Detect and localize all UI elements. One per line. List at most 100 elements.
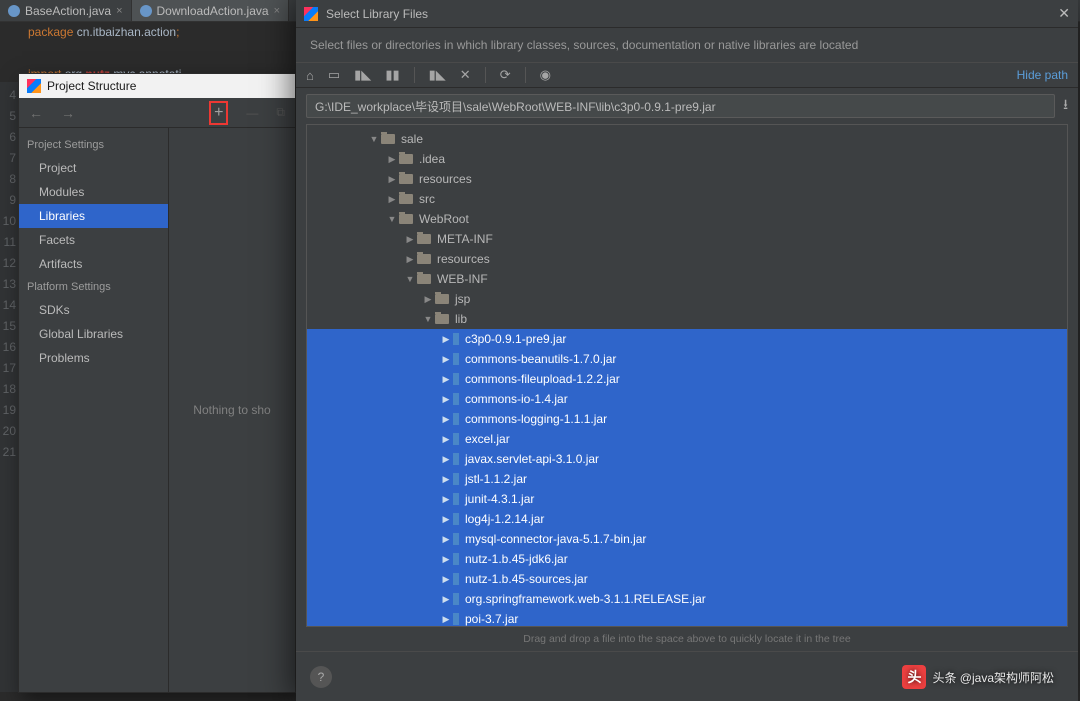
tree-node[interactable]: ▼ lib <box>307 309 1067 329</box>
close-icon[interactable]: × <box>116 5 122 17</box>
chevron-right-icon[interactable]: ▶ <box>439 574 453 585</box>
chevron-right-icon[interactable]: ▶ <box>439 434 453 445</box>
tree-node[interactable]: ▶ resources <box>307 169 1067 189</box>
chevron-right-icon[interactable]: ▶ <box>439 394 453 405</box>
chevron-right-icon[interactable]: ▶ <box>439 334 453 345</box>
tree-label: WebRoot <box>419 212 469 226</box>
sidebar-item-global-libraries[interactable]: Global Libraries <box>19 322 168 346</box>
tree-label: META-INF <box>437 232 493 246</box>
sidebar-item-artifacts[interactable]: Artifacts <box>19 252 168 276</box>
close-icon[interactable]: × <box>274 5 280 17</box>
sidebar-item-libraries[interactable]: Libraries <box>19 204 168 228</box>
tree-node[interactable]: ▶nutz-1.b.45-jdk6.jar <box>307 549 1067 569</box>
tree-label: junit-4.3.1.jar <box>465 492 534 506</box>
tab-baseaction[interactable]: BaseAction.java × <box>0 0 132 21</box>
chevron-down-icon[interactable]: ▼ <box>367 134 381 144</box>
chevron-down-icon[interactable]: ▼ <box>421 314 435 324</box>
tree-node[interactable]: ▶ commons-beanutils-1.7.0.jar <box>307 349 1067 369</box>
tree-node[interactable]: ▶excel.jar <box>307 429 1067 449</box>
tree-node[interactable]: ▶commons-fileupload-1.2.2.jar <box>307 369 1067 389</box>
tree-node[interactable]: ▶ META-INF <box>307 229 1067 249</box>
tree-label: resources <box>419 172 472 186</box>
tree-node[interactable]: ▼ WEB-INF <box>307 269 1067 289</box>
chevron-right-icon[interactable]: ▶ <box>385 174 399 185</box>
settings-group-header: Platform Settings <box>19 276 168 298</box>
tree-node[interactable]: ▼ WebRoot <box>307 209 1067 229</box>
forward-button[interactable]: → <box>61 105 75 121</box>
jar-icon <box>453 333 459 345</box>
sidebar-item-problems[interactable]: Problems <box>19 346 168 370</box>
chevron-right-icon[interactable]: ▶ <box>439 594 453 605</box>
dialog-titlebar[interactable]: Select Library Files ✕ <box>296 0 1078 28</box>
java-class-icon <box>8 5 20 17</box>
chevron-right-icon[interactable]: ▶ <box>403 234 417 245</box>
tree-node[interactable]: ▶commons-io-1.4.jar <box>307 389 1067 409</box>
jar-icon <box>453 353 459 365</box>
refresh-icon[interactable]: ⟳ <box>500 67 511 83</box>
chevron-right-icon[interactable]: ▶ <box>439 474 453 485</box>
chevron-right-icon[interactable]: ▶ <box>439 374 453 385</box>
desktop-icon[interactable]: ▭ <box>328 67 340 83</box>
tree-node[interactable]: ▶poi-3.7.jar <box>307 609 1067 626</box>
help-button[interactable]: ? <box>310 666 332 688</box>
chevron-right-icon[interactable]: ▶ <box>439 414 453 425</box>
delete-icon[interactable]: ✕ <box>460 67 471 83</box>
tree-node[interactable]: ▶resources <box>307 249 1067 269</box>
sidebar-item-facets[interactable]: Facets <box>19 228 168 252</box>
tree-node[interactable]: ▶mysql-connector-java-5.1.7-bin.jar <box>307 529 1067 549</box>
show-hidden-icon[interactable]: ◉ <box>540 67 551 83</box>
tree-node[interactable]: ▶jsp <box>307 289 1067 309</box>
home-icon[interactable]: ⌂ <box>306 68 314 83</box>
tree-node[interactable]: ▶javax.servlet-api-3.1.0.jar <box>307 449 1067 469</box>
chevron-right-icon[interactable]: ▶ <box>439 514 453 525</box>
tree-label: commons-beanutils-1.7.0.jar <box>465 352 616 366</box>
tree-node[interactable]: ▶nutz-1.b.45-sources.jar <box>307 569 1067 589</box>
project-icon[interactable]: ▮◣ <box>354 67 371 83</box>
tree-node[interactable]: ▼sale <box>307 129 1067 149</box>
jar-icon <box>453 433 459 445</box>
chevron-right-icon[interactable]: ▶ <box>385 194 399 205</box>
chevron-right-icon[interactable]: ▶ <box>439 534 453 545</box>
chevron-right-icon[interactable]: ▶ <box>439 354 453 365</box>
add-button[interactable]: + <box>214 104 223 121</box>
chevron-down-icon[interactable]: ▼ <box>385 214 399 224</box>
settings-sidebar: Project SettingsProjectModulesLibrariesF… <box>19 128 169 692</box>
close-icon[interactable]: ✕ <box>1058 5 1070 22</box>
new-folder-icon[interactable]: ▮◣ <box>429 67 446 83</box>
folder-icon <box>381 134 395 144</box>
tree-node[interactable]: ▶src <box>307 189 1067 209</box>
chevron-right-icon[interactable]: ▶ <box>403 254 417 265</box>
highlighted-add-button: + <box>209 101 228 125</box>
tree-node[interactable]: ▶ jstl-1.1.2.jar <box>307 469 1067 489</box>
tree-node[interactable]: ▶ junit-4.3.1.jar <box>307 489 1067 509</box>
tree-node[interactable]: ▶org.springframework.web-3.1.1.RELEASE.j… <box>307 589 1067 609</box>
tree-node[interactable]: ▶.idea <box>307 149 1067 169</box>
sidebar-item-project[interactable]: Project <box>19 156 168 180</box>
chevron-right-icon[interactable]: ▶ <box>439 454 453 465</box>
sidebar-item-sdks[interactable]: SDKs <box>19 298 168 322</box>
chevron-down-icon[interactable]: ▼ <box>403 274 417 284</box>
module-icon[interactable]: ▮▮ <box>385 67 399 83</box>
chevron-right-icon[interactable]: ▶ <box>439 494 453 505</box>
sidebar-item-modules[interactable]: Modules <box>19 180 168 204</box>
back-button[interactable]: ← <box>29 105 43 121</box>
file-tree-scroll[interactable]: ▼sale▶.idea▶resources▶src▼WebRoot▶META-I… <box>307 125 1067 626</box>
tree-label: WEB-INF <box>437 272 488 286</box>
tab-label: BaseAction.java <box>25 4 111 18</box>
jar-icon <box>453 473 459 485</box>
tab-downloadaction[interactable]: DownloadAction.java × <box>132 0 290 21</box>
tree-node[interactable]: ▶log4j-1.2.14.jar <box>307 509 1067 529</box>
chevron-right-icon[interactable]: ▶ <box>421 294 435 305</box>
tree-label: lib <box>455 312 467 326</box>
chevron-right-icon[interactable]: ▶ <box>439 554 453 565</box>
path-input[interactable] <box>306 94 1055 118</box>
folder-icon <box>399 154 413 164</box>
chevron-right-icon[interactable]: ▶ <box>385 154 399 165</box>
chevron-right-icon[interactable]: ▶ <box>439 614 453 625</box>
folder-icon <box>435 294 449 304</box>
tree-label: jstl-1.1.2.jar <box>465 472 527 486</box>
hide-path-link[interactable]: Hide path <box>1017 68 1068 82</box>
tree-node[interactable]: ▶c3p0-0.9.1-pre9.jar <box>307 329 1067 349</box>
tree-node[interactable]: ▶commons-logging-1.1.1.jar <box>307 409 1067 429</box>
history-icon[interactable]: ⭳ <box>1063 94 1068 118</box>
